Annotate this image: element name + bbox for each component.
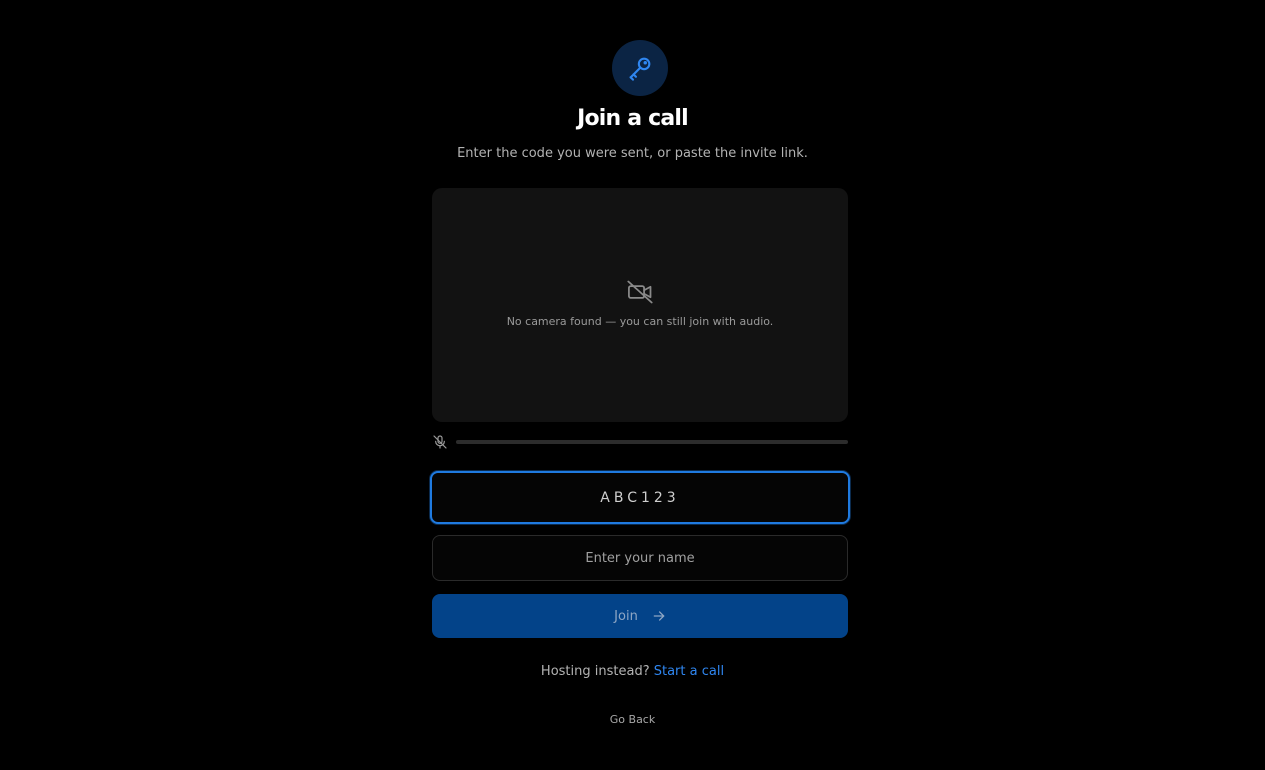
- key-icon-badge: [612, 40, 668, 96]
- hosting-prompt: Hosting instead? Start a call: [0, 663, 1265, 681]
- join-call-page: Join a call Enter the code you were sent…: [0, 0, 1265, 770]
- camera-off-icon: [627, 280, 653, 304]
- go-back-link[interactable]: Go Back: [610, 713, 655, 726]
- page-subtitle: Enter the code you were sent, or paste t…: [457, 146, 808, 161]
- mic-level-row: [432, 434, 848, 450]
- page-title: Join a call: [577, 106, 689, 131]
- go-back-row: Go Back: [0, 712, 1265, 728]
- join-button[interactable]: Join: [432, 594, 848, 638]
- start-call-link[interactable]: Start a call: [654, 664, 724, 679]
- join-button-label: Join: [614, 608, 638, 624]
- arrow-right-icon: [653, 611, 665, 621]
- camera-preview: No camera found — you can still join wit…: [432, 188, 848, 422]
- hosting-question: Hosting instead?: [540, 664, 650, 679]
- mic-level-meter: [456, 440, 848, 444]
- call-code-input[interactable]: [430, 471, 850, 524]
- no-camera-message: No camera found — you can still join wit…: [506, 315, 774, 328]
- key-icon: [629, 57, 651, 81]
- mic-off-icon: [433, 435, 447, 449]
- name-input[interactable]: [432, 535, 848, 581]
